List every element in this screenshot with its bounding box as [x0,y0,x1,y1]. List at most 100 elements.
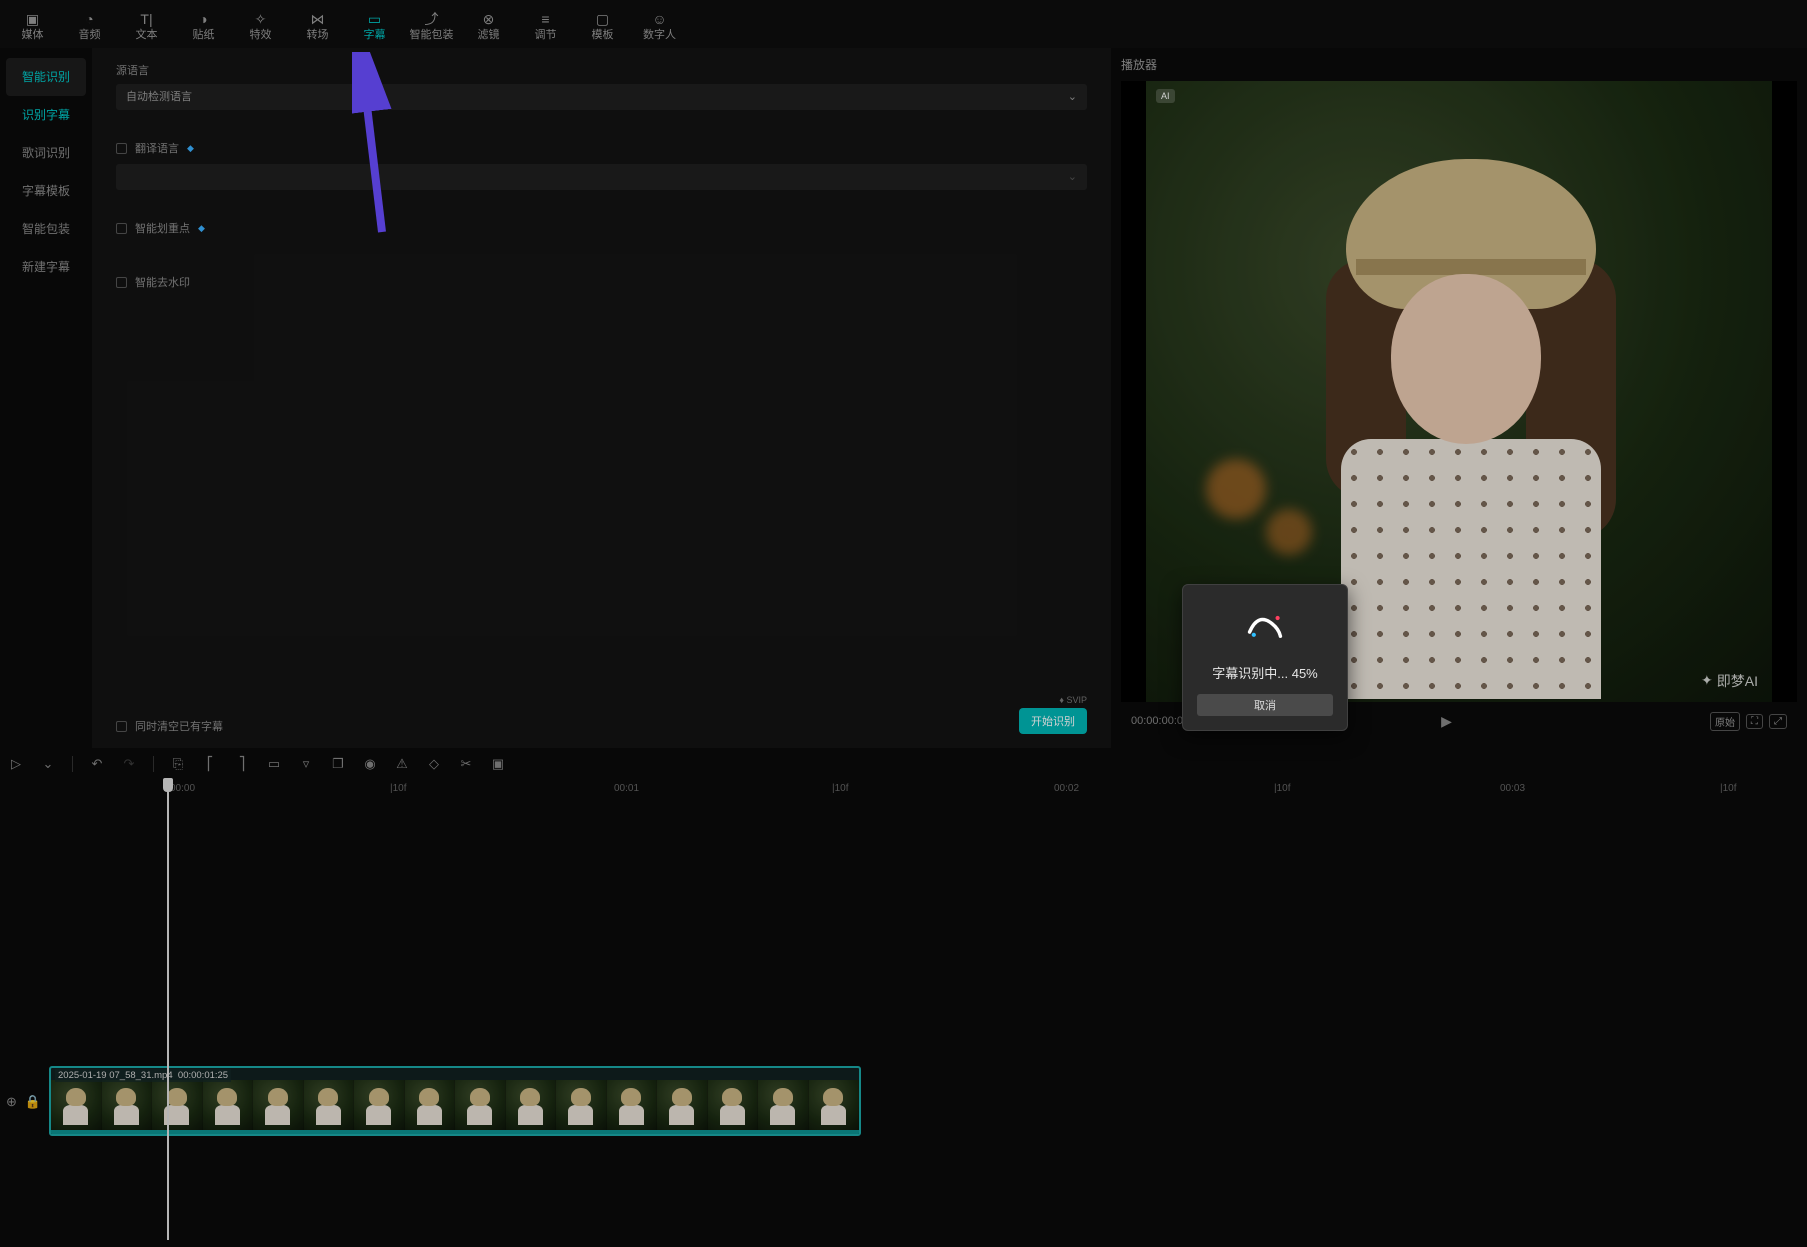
svip-tag: ♦ SVIP [1019,695,1087,705]
smart-package-icon: ⤴ [425,10,439,28]
ai-badge: AI [1156,89,1175,103]
tab-text[interactable]: T| 文本 [118,6,175,46]
subtitle-sidebar: 智能识别 识别字幕 歌词识别 字幕模板 智能包装 新建字幕 [0,48,92,748]
top-tab-bar: ▣ 媒体 ◔ 音频 T| 文本 ◑ 贴纸 ✧ 特效 ⋈ 转场 ▭ 字幕 ⤴ 智能… [0,0,1807,48]
text-icon: T| [140,10,152,28]
transition-icon: ⋈ [311,10,325,28]
clip-thumbnails [51,1080,859,1130]
redo-icon[interactable]: ↷ [121,756,137,772]
video-clip[interactable]: 2025-01-19 07_58_31.mp4 00:00:01:25 [49,1066,861,1136]
original-ratio-button[interactable]: 原始 [1710,712,1740,731]
fit-icon[interactable]: ⛶ [1746,714,1763,729]
clear-existing-label: 同时清空已有字幕 [135,718,223,734]
remove-watermark-checkbox[interactable] [116,277,127,288]
media-icon: ▣ [26,10,39,28]
tab-effects[interactable]: ✧ 特效 [232,6,289,46]
ruler-tick: 00:02 [1054,783,1079,794]
highlight-label: 智能划重点 [135,220,190,236]
sidebar-item-smart-package[interactable]: 智能包装 [6,210,86,248]
playhead[interactable] [167,780,169,1240]
sidebar-item-lyric-recognize[interactable]: 歌词识别 [6,134,86,172]
ruler-tick: |10f [1274,783,1291,794]
clear-existing-checkbox[interactable] [116,721,127,732]
bokeh [1266,509,1312,555]
tab-audio[interactable]: ◔ 音频 [61,6,118,46]
translate-language-select[interactable]: ⌄ [116,164,1087,190]
subtitle-config-panel: 源语言 自动检测语言 ⌄ 翻译语言 ◆ ⌄ 智能划重点 ◆ 智能去水印 同时清空… [92,48,1111,748]
timeline-toolbar: ▷ ⌄ ↶ ↷ ⎘ ⎡ ⎤ ▭ ▿ ❐ ◉ ⚠ ◇ ✂ ▣ [0,748,1807,780]
preview-title: 播放器 [1121,56,1797,73]
sidebar-item-subtitle-template[interactable]: 字幕模板 [6,172,86,210]
tab-adjust[interactable]: ≡ 调节 [517,6,574,46]
ruler-tick: |10f [390,783,407,794]
marker-icon[interactable]: ▿ [298,756,314,772]
modal-progress-text: 字幕识别中... 45% [1212,663,1317,682]
chevron-down-icon: ⌄ [1068,84,1077,110]
duplicate-icon[interactable]: ❐ [330,756,346,772]
tab-label: 媒体 [22,28,44,42]
tab-transition[interactable]: ⋈ 转场 [289,6,346,46]
translate-language-label: 翻译语言 [135,140,179,156]
tracks-canvas[interactable]: 2025-01-19 07_58_31.mp4 00:00:01:25 [0,802,1807,1232]
frame-icon[interactable]: ▭ [266,756,282,772]
vip-diamond-icon: ◆ [198,223,205,234]
avatar-icon: ☺ [652,10,666,28]
source-language-select[interactable]: 自动检测语言 ⌄ [116,84,1087,110]
tab-smart-package[interactable]: ⤴ 智能包装 [403,6,460,46]
match-icon[interactable]: ▣ [490,756,506,772]
translate-checkbox[interactable] [116,143,127,154]
ruler-tick: 00:01 [614,783,639,794]
figure-hatband [1356,259,1586,275]
source-language-label: 源语言 [116,62,1087,78]
subtitle-icon: ▭ [368,10,381,28]
record-icon[interactable]: ◉ [362,756,378,772]
crop-icon[interactable]: ✂ [458,756,474,772]
source-language-value: 自动检测语言 [126,84,192,110]
app-logo-icon [1244,609,1286,641]
tab-sticker[interactable]: ◑ 贴纸 [175,6,232,46]
ruler-tick: |10f [1720,783,1737,794]
sidebar-item-new-subtitle[interactable]: 新建字幕 [6,248,86,286]
highlight-checkbox[interactable] [116,223,127,234]
recognition-progress-modal: 字幕识别中... 45% 取消 [1182,584,1348,731]
chevron-down-icon[interactable]: ⌄ [40,756,56,772]
clip-label: 2025-01-19 07_58_31.mp4 00:00:01:25 [55,1069,231,1082]
adjust-icon: ≡ [541,10,549,28]
bokeh [1206,459,1266,519]
timeline-ruler[interactable]: 00:00 |10f 00:01 |10f 00:02 |10f 00:03 |… [0,780,1807,802]
tab-template[interactable]: ▢ 模板 [574,6,631,46]
vip-diamond-icon: ◆ [187,143,194,154]
brand-star-icon: ✦ [1701,672,1713,689]
start-recognition-button[interactable]: 开始识别 [1019,708,1087,734]
sidebar-item-smart-recognize[interactable]: 智能识别 [6,58,86,96]
pointer-icon[interactable]: ▷ [8,756,24,772]
audio-icon: ◔ [85,10,93,28]
expand-icon[interactable]: ⤢ [1769,714,1787,729]
tab-avatar[interactable]: ☺ 数字人 [631,6,688,46]
tab-subtitle[interactable]: ▭ 字幕 [346,6,403,46]
figure-dress [1341,439,1601,699]
sidebar-item-recognize-subtitle[interactable]: 识别字幕 [6,96,86,134]
timecode-current: 00:00:00:00 [1131,715,1189,727]
undo-icon[interactable]: ↶ [89,756,105,772]
rotate-icon[interactable]: ◇ [426,756,442,772]
figure-face [1391,274,1541,444]
filter-icon: ⊗ [483,10,495,28]
split-icon[interactable]: ⎘ [170,756,186,772]
tracks-area: ⊕ 🔒 👁 🔇 ⋯ 封面 2025-01-19 07_58_31.mp4 00:… [0,802,1807,1232]
remove-watermark-label: 智能去水印 [135,274,190,290]
clip-audio-strip [51,1130,859,1134]
ruler-tick: 00:00 [170,783,195,794]
effects-icon: ✧ [255,10,267,28]
trim-right-icon[interactable]: ⎤ [234,756,250,772]
warn-icon[interactable]: ⚠ [394,756,410,772]
ruler-tick: |10f [832,783,849,794]
tab-media[interactable]: ▣ 媒体 [4,6,61,46]
upper-panels: 智能识别 识别字幕 歌词识别 字幕模板 智能包装 新建字幕 源语言 自动检测语言… [0,48,1807,748]
brand-watermark: ✦ 即梦AI [1701,671,1758,691]
trim-left-icon[interactable]: ⎡ [202,756,218,772]
cancel-button[interactable]: 取消 [1197,694,1333,716]
ruler-tick: 00:03 [1500,783,1525,794]
play-button[interactable]: ▶ [1441,713,1452,730]
tab-filter[interactable]: ⊗ 滤镜 [460,6,517,46]
